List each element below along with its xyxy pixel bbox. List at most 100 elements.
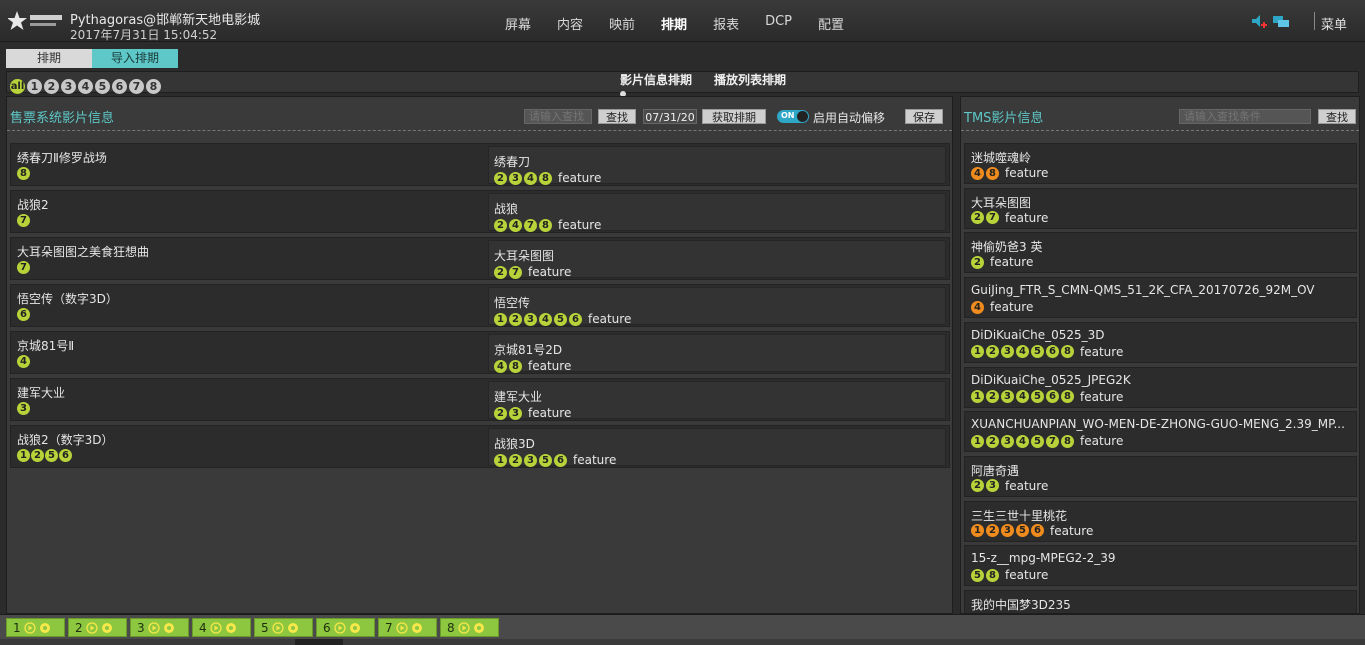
hall-tab-6[interactable]: 6 bbox=[316, 618, 375, 637]
ticketing-film-row[interactable]: 悟空传（数字3D） 6 悟空传 1 2 3 4 5 6 feature bbox=[10, 284, 950, 327]
hall-badges: 4 bbox=[17, 355, 30, 368]
matched-tms-film[interactable]: 悟空传 1 2 3 4 5 6 feature bbox=[488, 287, 946, 326]
scrollbar-thumb[interactable] bbox=[295, 639, 343, 645]
hall-badge: 1 bbox=[494, 312, 507, 326]
tab-import-schedule[interactable]: 导入排期 bbox=[92, 49, 178, 68]
hall-badge: 3 bbox=[986, 479, 999, 493]
mode-playlist[interactable]: 播放列表排期 bbox=[714, 71, 786, 88]
tms-hall-line: 1 2 3 4 5 6 8 feature bbox=[971, 345, 1123, 359]
tms-film-row[interactable]: 大耳朵图图 2 7 feature bbox=[964, 187, 1357, 229]
tms-film-row[interactable]: 神偷奶爸3 英 2 feature bbox=[964, 232, 1357, 274]
filter-hall-7[interactable]: 7 bbox=[129, 79, 144, 94]
hall-tab-7[interactable]: 7 bbox=[378, 618, 437, 637]
ticketing-film-row[interactable]: 建军大业 3 建军大业 2 3 feature bbox=[10, 378, 950, 421]
hall-number: 1 bbox=[13, 620, 21, 635]
hall-badge: 2 bbox=[31, 449, 44, 462]
hall-tab-4[interactable]: 4 bbox=[192, 618, 251, 637]
hall-badge: 4 bbox=[509, 218, 522, 232]
tms-film-row[interactable]: DiDiKuaiChe_0525_JPEG2K 1 2 3 4 5 6 8 feature bbox=[964, 366, 1357, 408]
filter-hall-6[interactable]: 6 bbox=[112, 79, 127, 94]
mode-film-info[interactable]: 影片信息排期 bbox=[620, 71, 692, 88]
tms-film-row[interactable]: 15-z__mpg-MPEG2-2_39 5 8 feature bbox=[964, 545, 1357, 587]
filter-hall-8[interactable]: 8 bbox=[146, 79, 161, 94]
matched-film-name: 建军大业 bbox=[494, 390, 543, 404]
matched-tms-film[interactable]: 京城81号2D 4 8 feature bbox=[488, 334, 946, 373]
tms-search-input[interactable] bbox=[1179, 109, 1311, 124]
tms-film-name: 我的中国梦3D235 bbox=[971, 598, 1071, 612]
hall-badge: 7 bbox=[524, 218, 537, 232]
tms-film-name: 三生三世十里桃花 bbox=[971, 508, 1068, 523]
tab-schedule[interactable]: 排期 bbox=[6, 49, 92, 68]
speaker-add-icon[interactable] bbox=[1251, 14, 1267, 30]
nav-item-2[interactable]: 映前 bbox=[596, 14, 648, 33]
tms-film-name: DiDiKuaiChe_0525_JPEG2K bbox=[971, 372, 1131, 387]
tms-film-row[interactable]: DiDiKuaiChe_0525_3D 1 2 3 4 5 6 8 feature bbox=[964, 321, 1357, 363]
hall-tab-1[interactable]: 1 bbox=[6, 618, 65, 637]
ticketing-film-row[interactable]: 战狼2（数字3D） 1 2 5 6 战狼3D 1 2 3 5 6 feature bbox=[10, 425, 950, 468]
matched-film-name: 战狼 bbox=[494, 202, 519, 216]
nav-item-4[interactable]: 报表 bbox=[700, 14, 752, 33]
content-type-tag: feature bbox=[1005, 166, 1049, 180]
tms-search-button[interactable]: 查找 bbox=[1318, 109, 1356, 124]
play-icon bbox=[23, 621, 36, 634]
hall-badge: 1 bbox=[17, 449, 30, 462]
matched-tms-film[interactable]: 绣春刀 2 3 4 8 feature bbox=[488, 146, 946, 185]
hall-badges: 6 bbox=[17, 308, 30, 321]
hall-badge: 7 bbox=[986, 211, 999, 225]
hall-tab-8[interactable]: 8 bbox=[440, 618, 499, 637]
schedule-date[interactable]: 07/31/20 bbox=[643, 109, 697, 124]
ticketing-film-row[interactable]: 大耳朵图图之美食狂想曲 7 大耳朵图图 2 7 feature bbox=[10, 237, 950, 280]
hall-badge: 8 bbox=[509, 359, 522, 373]
matched-tms-film[interactable]: 战狼 2 4 7 8 feature bbox=[488, 193, 946, 232]
tms-film-row[interactable]: 三生三世十里桃花 1 2 3 5 6 feature bbox=[964, 500, 1357, 542]
menu-button[interactable]: 菜单 bbox=[1321, 14, 1347, 33]
ticketing-film-row[interactable]: 绣春刀Ⅱ修罗战场 8 绣春刀 2 3 4 8 feature bbox=[10, 143, 950, 186]
hall-tab-2[interactable]: 2 bbox=[68, 618, 127, 637]
ticketing-search-input[interactable] bbox=[524, 109, 592, 124]
projector-reel-icon bbox=[39, 622, 50, 633]
hall-badge: 1 bbox=[494, 453, 507, 467]
divider bbox=[1314, 12, 1315, 30]
chat-icon[interactable] bbox=[1273, 14, 1289, 30]
hall-badge: 3 bbox=[524, 312, 537, 326]
ticketing-film-row[interactable]: 战狼2 7 战狼 2 4 7 8 feature bbox=[10, 190, 950, 233]
film-name: 建军大业 bbox=[17, 386, 66, 400]
tms-film-row[interactable]: 迷城噬魂岭 4 8 feature bbox=[964, 143, 1357, 184]
hall-badge: 2 bbox=[494, 406, 507, 420]
nav-item-1[interactable]: 内容 bbox=[544, 14, 596, 33]
nav-item-0[interactable]: 屏幕 bbox=[492, 14, 544, 33]
matched-tms-film[interactable]: 大耳朵图图 2 7 feature bbox=[488, 240, 946, 279]
filter-hall-5[interactable]: 5 bbox=[95, 79, 110, 94]
hall-badge: 1 bbox=[971, 390, 984, 403]
matched-tms-film[interactable]: 战狼3D 1 2 3 5 6 feature bbox=[488, 428, 946, 467]
hall-badge: 2 bbox=[494, 265, 507, 279]
filter-hall-4[interactable]: 4 bbox=[78, 79, 93, 94]
content-type-tag: feature bbox=[558, 218, 602, 232]
tms-film-row[interactable]: 我的中国梦3D235 bbox=[964, 590, 1357, 613]
ticketing-film-row[interactable]: 京城81号Ⅱ 4 京城81号2D 4 8 feature bbox=[10, 331, 950, 374]
play-icon bbox=[395, 621, 408, 634]
tms-film-row[interactable]: 阿唐奇遇 2 3 feature bbox=[964, 455, 1357, 497]
hall-number: 3 bbox=[137, 620, 145, 635]
hall-badge: 2 bbox=[971, 255, 984, 269]
nav-item-3[interactable]: 排期 bbox=[648, 14, 700, 33]
fetch-schedule-button[interactable]: 获取排期 bbox=[702, 109, 766, 124]
filter-hall-3[interactable]: 3 bbox=[61, 79, 76, 94]
auto-offset-toggle[interactable]: ON bbox=[777, 110, 809, 123]
hall-number: 7 bbox=[385, 620, 393, 635]
nav-item-6[interactable]: 配置 bbox=[805, 14, 857, 33]
horizontal-scrollbar[interactable] bbox=[0, 639, 1365, 645]
tms-film-name: DiDiKuaiChe_0525_3D bbox=[971, 327, 1105, 342]
nav-item-5[interactable]: DCP bbox=[752, 14, 805, 33]
filter-hall-2[interactable]: 2 bbox=[44, 79, 59, 94]
ticketing-search-button[interactable]: 查找 bbox=[598, 109, 636, 124]
tms-film-row[interactable]: GuiJing_FTR_S_CMN-QMS_51_2K_CFA_20170726… bbox=[964, 277, 1357, 319]
tms-film-row[interactable]: XUANCHUANPIAN_WO-MEN-DE-ZHONG-GUO-MENG_2… bbox=[964, 411, 1357, 453]
hall-tab-3[interactable]: 3 bbox=[130, 618, 189, 637]
matched-tms-film[interactable]: 建军大业 2 3 feature bbox=[488, 381, 946, 420]
filter-all[interactable]: all bbox=[10, 79, 25, 94]
hall-badge: 2 bbox=[509, 312, 522, 326]
save-button[interactable]: 保存 bbox=[905, 109, 943, 124]
hall-tab-5[interactable]: 5 bbox=[254, 618, 313, 637]
filter-hall-1[interactable]: 1 bbox=[27, 79, 42, 94]
